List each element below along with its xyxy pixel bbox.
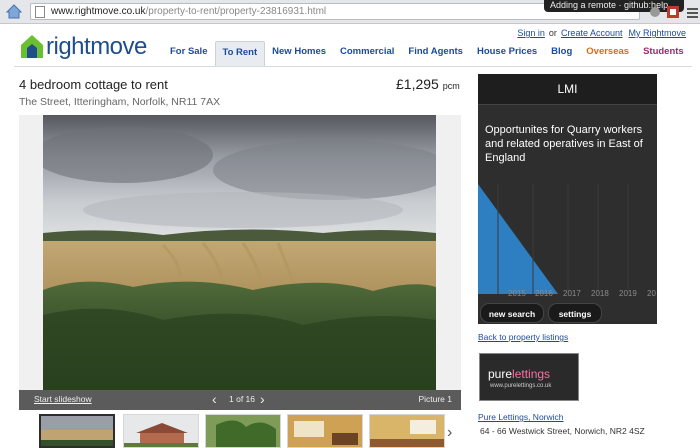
account-links: Sign in or Create Account My Rightmove: [517, 28, 686, 38]
thumbnail[interactable]: [205, 414, 281, 448]
thumbnail-strip: [39, 414, 459, 448]
nav-find-agents[interactable]: Find Agents: [401, 41, 470, 66]
browser-url-bar: www.rightmove.co.uk/property-to-rent/pro…: [0, 0, 700, 24]
advert-title: LMI: [478, 74, 657, 105]
agent-logo-website: www.purelettings.co.uk: [490, 383, 552, 389]
nav-overseas[interactable]: Overseas: [579, 41, 636, 66]
agent-address: 64 - 66 Westwick Street, Norwich, NR2 4S…: [480, 426, 645, 436]
thumbnail[interactable]: [287, 414, 363, 448]
main-photo[interactable]: [43, 115, 436, 391]
new-search-button[interactable]: new search: [480, 303, 544, 323]
or-text: or: [548, 28, 557, 38]
nav-divider: [14, 66, 692, 67]
main-photo-frame[interactable]: [19, 115, 461, 391]
nav-to-rent[interactable]: To Rent: [214, 41, 266, 66]
extension-icon[interactable]: [666, 5, 680, 19]
nav-commercial[interactable]: Commercial: [333, 41, 401, 66]
create-account-link[interactable]: Create Account: [561, 28, 623, 38]
nav-for-sale[interactable]: For Sale: [163, 41, 215, 66]
bookmark-star-icon[interactable]: [648, 5, 662, 19]
photo-counter: 1 of 16: [229, 394, 255, 404]
home-icon[interactable]: [6, 4, 22, 19]
listing-address: The Street, Itteringham, Norfolk, NR11 7…: [19, 96, 221, 108]
chevron-right-icon[interactable]: ›: [260, 391, 265, 407]
url-path: /property-to-rent/property-23816931.html: [145, 6, 327, 17]
gallery-controls: Start slideshow ‹ 1 of 16 › Picture 1: [19, 390, 461, 410]
year-label: 2019: [619, 289, 637, 298]
nav-students[interactable]: Students: [636, 41, 691, 66]
agent-logo-text: purelettings: [488, 367, 551, 381]
year-label: 2016: [535, 289, 553, 298]
menu-icon[interactable]: [686, 5, 700, 19]
agent-name-link[interactable]: Pure Lettings, Norwich: [478, 412, 564, 422]
thumbnail[interactable]: [123, 414, 199, 448]
house-logo-icon: [21, 35, 43, 58]
nav-blog[interactable]: Blog: [544, 41, 579, 66]
advert-chart: 2015 2016 2017 2018 2019 20: [478, 184, 656, 298]
my-rightmove-link[interactable]: My Rightmove: [628, 28, 686, 38]
tooltip: Adding a remote · github:help: [544, 0, 684, 12]
year-label: 2018: [591, 289, 609, 298]
picture-label: Picture 1: [418, 394, 452, 404]
thumbnails-next-icon[interactable]: ›: [447, 424, 452, 442]
listing-title: 4 bedroom cottage to rent: [19, 77, 168, 92]
chevron-left-icon[interactable]: ‹: [212, 391, 217, 407]
nav-house-prices[interactable]: House Prices: [470, 41, 544, 66]
year-label: 20: [647, 289, 656, 298]
url-text[interactable]: www.rightmove.co.uk/property-to-rent/pro…: [51, 6, 326, 17]
thumbnail[interactable]: [39, 414, 115, 448]
sign-in-link[interactable]: Sign in: [517, 28, 545, 38]
logo-text: rightmove: [46, 33, 147, 60]
agent-logo[interactable]: purelettings www.purelettings.co.uk: [479, 353, 579, 401]
lmi-advert[interactable]: LMI Opportunites for Quarry workers and …: [478, 74, 657, 324]
settings-button[interactable]: settings: [548, 303, 602, 323]
main-nav: For Sale To Rent New Homes Commercial Fi…: [163, 41, 691, 66]
thumbnail[interactable]: [369, 414, 445, 448]
start-slideshow-link[interactable]: Start slideshow: [34, 394, 92, 404]
price-unit: pcm: [442, 81, 460, 91]
url-host: www.rightmove.co.uk: [51, 6, 146, 17]
price-value: £1,295: [396, 76, 439, 92]
back-to-listings-link[interactable]: Back to property listings: [478, 332, 568, 342]
listing-price: £1,295 pcm: [396, 76, 460, 92]
page-icon: [35, 6, 45, 18]
year-label: 2015: [508, 289, 526, 298]
advert-text: Opportunites for Quarry workers and rela…: [485, 124, 643, 164]
year-label: 2017: [563, 289, 581, 298]
nav-new-homes[interactable]: New Homes: [265, 41, 333, 66]
